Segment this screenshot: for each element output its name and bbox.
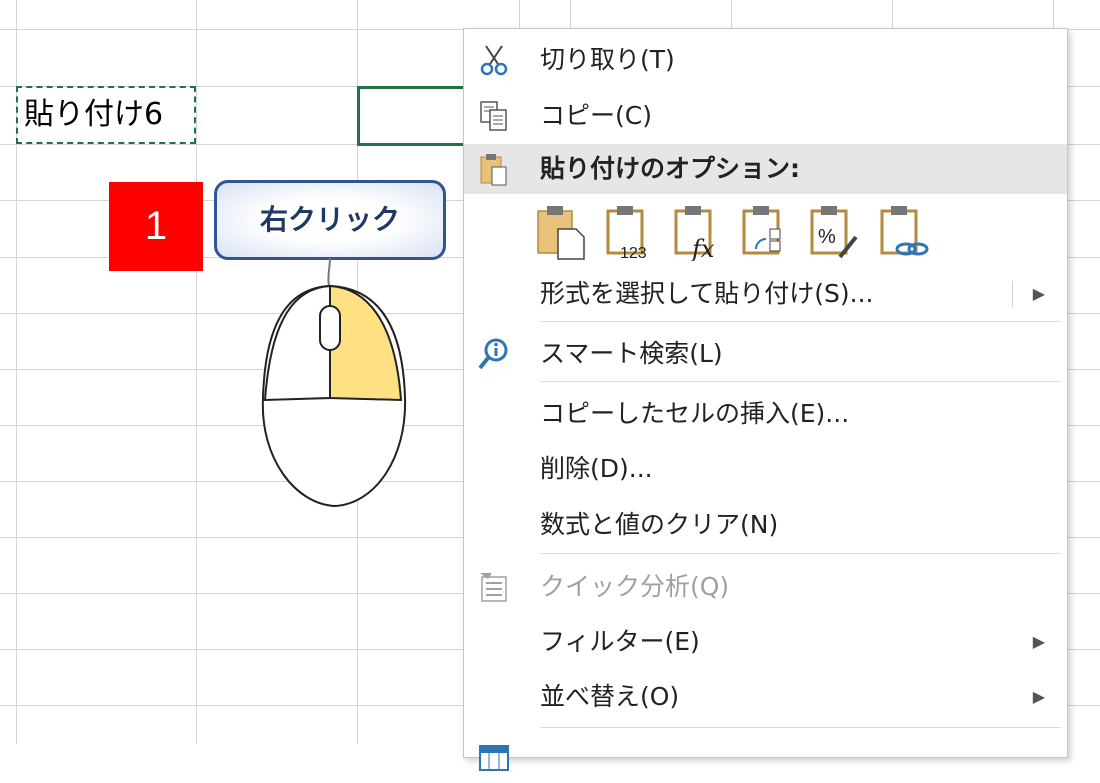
menu-item-quick-analysis: クイック分析(Q)	[464, 562, 1067, 612]
menu-item-label: コピー(C)	[540, 101, 652, 130]
menu-item-cut[interactable]: 切り取り(T)	[464, 35, 1067, 85]
menu-separator	[540, 727, 1061, 728]
scissors-icon	[480, 45, 508, 76]
menu-item-label: 数式と値のクリア(N)	[540, 510, 779, 539]
menu-separator	[540, 321, 1061, 322]
menu-item-label: 削除(D)...	[540, 454, 653, 483]
paste-link-icon[interactable]	[878, 203, 932, 261]
step-number-badge: 1	[109, 182, 203, 271]
paste-icon[interactable]	[534, 203, 588, 261]
menu-separator	[540, 553, 1061, 554]
menu-item-smart-lookup[interactable]: スマート検索(L)	[464, 329, 1067, 379]
svg-text:%: %	[818, 226, 836, 248]
menu-item-label: コピーしたセルの挿入(E)...	[540, 399, 850, 428]
clipboard-icon	[480, 154, 507, 186]
submenu-arrow-icon: ▶	[1032, 632, 1045, 651]
menu-item-label: 切り取り(T)	[540, 45, 675, 74]
menu-item-table[interactable]	[464, 733, 1067, 783]
context-menu: 切り取り(T) コピー(C) 貼り付けのオプション: 123 fx % 形式を選…	[463, 28, 1068, 771]
copied-cell-text: 貼り付け6	[24, 97, 164, 132]
menu-separator	[540, 381, 1061, 382]
menu-item-label: フィルター(E)	[540, 627, 700, 656]
menu-item-label: 形式を選択して貼り付け(S)...	[540, 279, 874, 308]
paste-values-icon[interactable]: 123	[604, 203, 658, 261]
paste-options-header-label: 貼り付けのオプション:	[540, 154, 800, 183]
menu-item-clear-contents[interactable]: 数式と値のクリア(N)	[464, 500, 1067, 550]
smart-lookup-icon	[478, 338, 508, 370]
paste-transpose-icon[interactable]	[740, 203, 794, 261]
menu-item-insert-copied-cells[interactable]: コピーしたセルの挿入(E)...	[464, 389, 1067, 439]
paste-values-text: 123	[620, 245, 647, 261]
menu-item-sort[interactable]: 並べ替え(O) ▶	[464, 672, 1067, 722]
copy-icon	[480, 101, 507, 131]
quick-analysis-icon	[480, 573, 507, 602]
menu-item-copy[interactable]: コピー(C)	[464, 91, 1067, 141]
menu-item-delete[interactable]: 削除(D)...	[464, 444, 1067, 494]
submenu-arrow-icon: ▶	[1032, 687, 1045, 706]
svg-text:fx: fx	[690, 235, 715, 261]
paste-formulas-icon[interactable]: fx	[672, 203, 726, 261]
submenu-arrow-icon: ▶	[1032, 284, 1045, 303]
menu-header-paste-options: 貼り付けのオプション:	[464, 144, 1067, 194]
menu-item-filter[interactable]: フィルター(E) ▶	[464, 617, 1067, 667]
right-click-callout: 右クリック	[214, 180, 446, 260]
menu-item-label: 並べ替え(O)	[540, 682, 680, 711]
menu-item-paste-special[interactable]: 形式を選択して貼り付け(S)... ▶	[464, 269, 1067, 319]
menu-item-label: スマート検索(L)	[540, 339, 723, 368]
table-icon	[479, 745, 509, 771]
paste-options-row: 123 fx %	[534, 203, 1054, 263]
paste-formatting-icon[interactable]: %	[808, 203, 862, 261]
menu-item-label: クイック分析(Q)	[540, 572, 730, 601]
submenu-separator	[1012, 281, 1013, 307]
copied-cell[interactable]: 貼り付け6	[16, 86, 196, 144]
mouse-illustration-icon	[261, 258, 407, 508]
